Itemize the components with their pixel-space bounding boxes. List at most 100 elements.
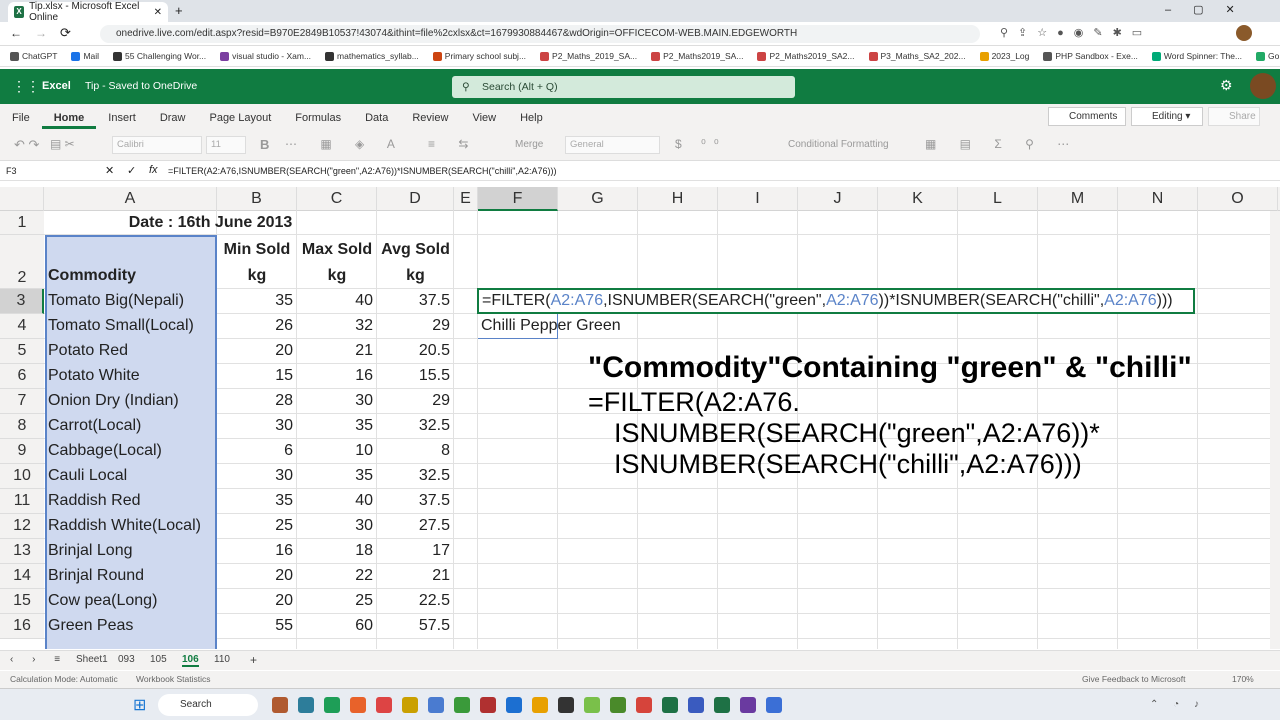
taskbar-app-icon[interactable] (350, 697, 366, 713)
taskbar-app-icon[interactable] (480, 697, 496, 713)
value-cell-d[interactable]: 32.5 (377, 467, 450, 485)
window-controls[interactable]: –▢✕ (1165, 3, 1257, 16)
commodity-cell[interactable]: Cabbage(Local) (48, 442, 162, 460)
bookmark-item[interactable]: P2_Maths2019_SA... (651, 51, 743, 61)
sheet-tab-093[interactable]: 093 (118, 654, 135, 665)
column-header-f[interactable]: F (478, 187, 558, 211)
commodity-cell[interactable]: Potato Red (48, 342, 128, 360)
taskbar-app-icon[interactable] (584, 697, 600, 713)
value-cell-d[interactable]: 21 (377, 567, 450, 585)
value-cell-c[interactable]: 22 (297, 567, 373, 585)
value-cell-d[interactable]: 32.5 (377, 417, 450, 435)
value-cell-c[interactable]: 32 (297, 317, 373, 335)
value-cell-c[interactable]: 30 (297, 392, 373, 410)
column-header-n[interactable]: N (1118, 187, 1198, 211)
taskbar-app-icon[interactable] (454, 697, 470, 713)
taskbar-app-icon[interactable] (376, 697, 392, 713)
value-cell-c[interactable]: 16 (297, 367, 373, 385)
commodity-cell[interactable]: Green Peas (48, 617, 133, 635)
value-cell-d[interactable]: 37.5 (377, 492, 450, 510)
value-cell-d[interactable]: 27.5 (377, 517, 450, 535)
taskbar-app-icon[interactable] (298, 697, 314, 713)
search-box[interactable]: ⚲ Search (Alt + Q) (452, 76, 795, 98)
bookmark-item[interactable]: Go PG Old (1256, 51, 1280, 61)
value-cell-c[interactable]: 35 (297, 467, 373, 485)
value-cell-d[interactable]: 15.5 (377, 367, 450, 385)
sheet-tab-sheet1[interactable]: Sheet1 (76, 654, 108, 665)
value-cell-c[interactable]: 60 (297, 617, 373, 635)
tab-file[interactable]: File (0, 112, 42, 129)
value-cell-b[interactable]: 25 (217, 517, 293, 535)
feedback-link[interactable]: Give Feedback to Microsoft (1082, 674, 1185, 684)
format-icons[interactable]: ⋯ ▦ ◈ A (285, 137, 405, 151)
value-cell-b[interactable]: 20 (217, 567, 293, 585)
cancel-icon[interactable]: ✕ (105, 164, 114, 177)
value-cell-d[interactable]: 29 (377, 317, 450, 335)
app-name[interactable]: Excel (42, 80, 71, 92)
column-header-e[interactable]: E (454, 187, 478, 211)
vertical-scrollbar[interactable] (1270, 211, 1280, 649)
taskbar-app-icon[interactable] (272, 697, 288, 713)
paste-icon[interactable]: ▤ ✂ (50, 137, 75, 151)
value-cell-b[interactable]: 55 (217, 617, 293, 635)
commodity-cell[interactable]: Cauli Local (48, 467, 127, 485)
font-size-box[interactable]: 11 (206, 136, 246, 154)
user-avatar[interactable] (1250, 73, 1276, 99)
tab-home[interactable]: Home (41, 112, 97, 129)
app-launcher-icon[interactable]: ⋮⋮ (12, 78, 40, 95)
select-all-corner[interactable] (0, 187, 44, 211)
row-header[interactable]: 5 (0, 339, 44, 364)
column-header-d[interactable]: D (377, 187, 454, 211)
windows-start-icon[interactable]: ⊞ (133, 695, 146, 715)
row-header[interactable]: 4 (0, 314, 44, 339)
value-cell-d[interactable]: 17 (377, 542, 450, 560)
taskbar-app-icon[interactable] (662, 697, 678, 713)
row-header[interactable]: 14 (0, 564, 44, 589)
row-header[interactable]: 2 (0, 235, 44, 289)
taskbar-search[interactable]: Search (158, 694, 258, 716)
value-cell-d[interactable]: 29 (377, 392, 450, 410)
editing-button[interactable]: Editing ▾ (1131, 107, 1203, 126)
value-cell-b[interactable]: 35 (217, 292, 293, 310)
value-cell-b[interactable]: 26 (217, 317, 293, 335)
taskbar-app-icon[interactable] (324, 697, 340, 713)
new-tab-icon[interactable]: + (175, 3, 183, 18)
bookmark-item[interactable]: ChatGPT (10, 51, 57, 61)
column-header-c[interactable]: C (297, 187, 377, 211)
close-tab-icon[interactable]: ✕ (154, 7, 162, 18)
taskbar-app-icon[interactable] (402, 697, 418, 713)
taskbar-app-icon[interactable] (506, 697, 522, 713)
bookmark-item[interactable]: 55 Challenging Wor... (113, 51, 206, 61)
value-cell-c[interactable]: 21 (297, 342, 373, 360)
row-header[interactable]: 7 (0, 389, 44, 414)
taskbar-app-icon[interactable] (428, 697, 444, 713)
value-cell-b[interactable]: 30 (217, 467, 293, 485)
taskbar-app-icon[interactable] (532, 697, 548, 713)
value-cell-c[interactable]: 30 (297, 517, 373, 535)
column-header-j[interactable]: J (798, 187, 878, 211)
sheet-tab-110[interactable]: 110 (214, 654, 230, 665)
row-header[interactable]: 10 (0, 464, 44, 489)
settings-gear-icon[interactable]: ⚙ (1220, 77, 1233, 94)
tab-formulas[interactable]: Formulas (283, 112, 353, 129)
comments-button[interactable]: Comments (1048, 107, 1126, 126)
value-cell-d[interactable]: 20.5 (377, 342, 450, 360)
value-cell-b[interactable]: 30 (217, 417, 293, 435)
tab-page-layout[interactable]: Page Layout (197, 112, 283, 129)
number-format-box[interactable]: General (565, 136, 660, 154)
font-name-box[interactable]: Calibri (112, 136, 202, 154)
row-header[interactable]: 6 (0, 364, 44, 389)
tab-data[interactable]: Data (353, 112, 400, 129)
tab-review[interactable]: Review (400, 112, 460, 129)
column-header-k[interactable]: K (878, 187, 958, 211)
value-cell-c[interactable]: 40 (297, 292, 373, 310)
more-icons[interactable]: ▦ ▤ Σ ⚲ ⋯ (925, 137, 1079, 151)
bookmark-item[interactable]: visual studio - Xam... (220, 51, 311, 61)
row-header[interactable]: 16 (0, 614, 44, 639)
column-header-m[interactable]: M (1038, 187, 1118, 211)
value-cell-b[interactable]: 20 (217, 342, 293, 360)
forward-icon[interactable]: → (35, 26, 47, 40)
taskbar-app-icon[interactable] (766, 697, 782, 713)
value-cell-c[interactable]: 35 (297, 417, 373, 435)
tab-view[interactable]: View (460, 112, 508, 129)
